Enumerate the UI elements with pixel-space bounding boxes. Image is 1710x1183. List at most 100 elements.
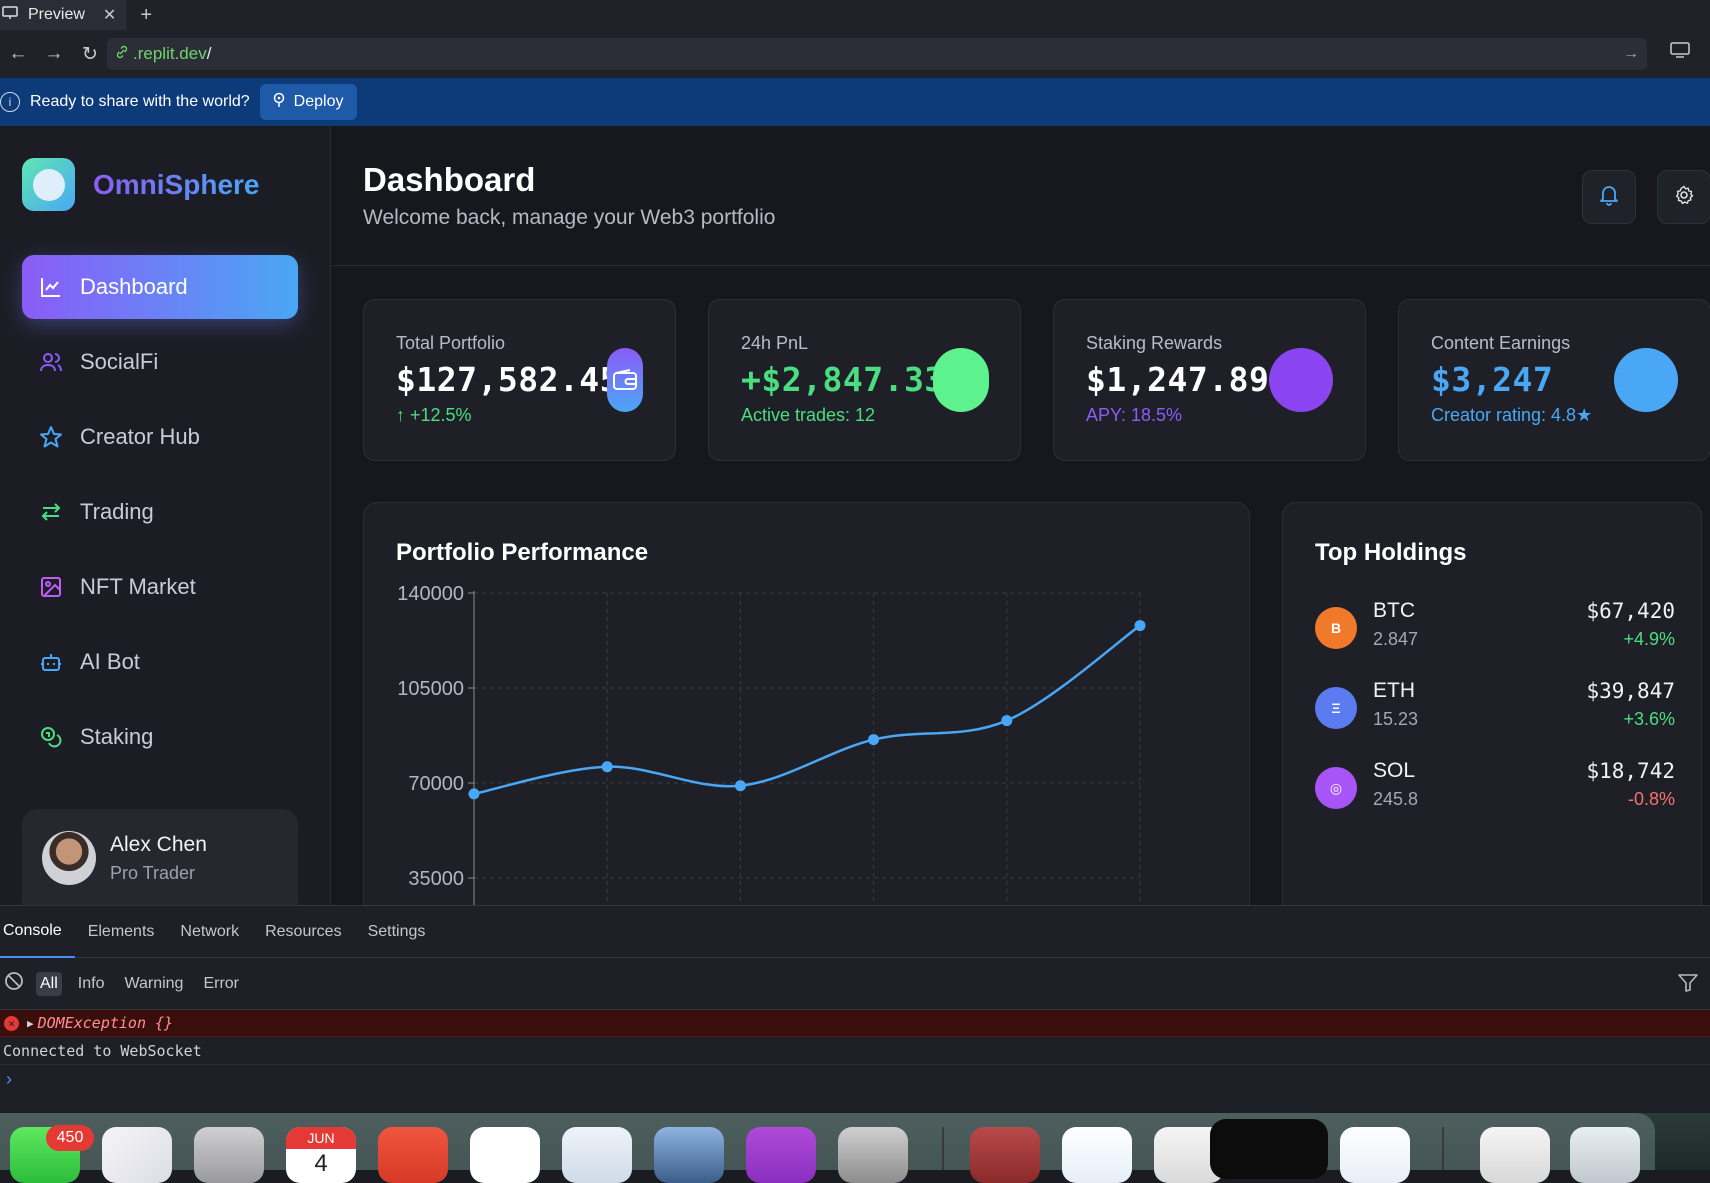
go-arrow-icon[interactable]: → — [1623, 45, 1639, 63]
console-prompt[interactable]: › — [0, 1065, 1710, 1093]
sidebar-item-label: Staking — [80, 724, 154, 749]
notification-app-icon[interactable] — [746, 1127, 816, 1183]
holding-row-eth[interactable]: Ξ ETH 15.23 $39,847 +3.6% — [1315, 679, 1675, 739]
sidebar-item-staking[interactable]: Staking — [22, 705, 298, 769]
new-tab-icon[interactable]: + — [140, 4, 152, 27]
panel-title: Top Holdings — [1315, 539, 1467, 566]
calendar-app-icon[interactable]: JUN 4 — [286, 1127, 356, 1183]
brain-app-icon[interactable] — [102, 1127, 172, 1183]
safari-app-icon[interactable] — [1062, 1127, 1132, 1183]
monitor-icon — [2, 5, 18, 25]
active-app-icon[interactable] — [1210, 1119, 1328, 1179]
dock-separator — [942, 1127, 944, 1170]
notifications-button[interactable] — [1582, 170, 1636, 224]
tab-resources[interactable]: Resources — [252, 906, 354, 958]
sidebar-item-label: NFT Market — [80, 574, 196, 599]
holding-amount: 15.23 — [1373, 709, 1419, 729]
sidebar-item-trading[interactable]: Trading — [22, 480, 298, 544]
tab-elements[interactable]: Elements — [75, 906, 168, 958]
y-tick-label: 140000 — [397, 583, 464, 605]
back-icon[interactable]: ← — [0, 43, 36, 65]
prompt-chevron-icon: › — [6, 1068, 12, 1089]
reload-icon[interactable]: ↻ — [72, 43, 108, 66]
word-app-icon[interactable] — [1340, 1127, 1410, 1183]
data-point — [1134, 620, 1146, 632]
photos-app-icon[interactable] — [838, 1127, 908, 1183]
level-error[interactable]: Error — [199, 972, 243, 996]
stat-card-total-portfolio[interactable]: Total Portfolio $127,582.45 ↑ +12.5% — [363, 299, 676, 461]
close-tab-icon[interactable]: ✕ — [103, 5, 116, 25]
chart-line-icon — [38, 274, 64, 300]
sidebar-item-socialfi[interactable]: SocialFi — [22, 330, 298, 394]
stat-card-staking-rewards[interactable]: Staking Rewards $1,247.89 APY: 18.5% — [1053, 299, 1366, 461]
gear-icon — [1674, 185, 1694, 210]
holding-symbol: BTC — [1373, 599, 1415, 622]
tab-settings[interactable]: Settings — [355, 906, 439, 958]
main-content: Dashboard Welcome back, manage your Web3… — [332, 126, 1710, 905]
console-error-row[interactable]: ✕ ▶ DOMException {} — [0, 1010, 1710, 1037]
sidebar-item-creator-hub[interactable]: Creator Hub — [22, 405, 298, 469]
stat-card-24h-pnl[interactable]: 24h PnL +$2,847.33 Active trades: 12 — [708, 299, 1021, 461]
settings-button[interactable] — [1657, 170, 1710, 224]
arrows-swap-icon — [38, 499, 64, 525]
image-icon — [38, 574, 64, 600]
device-preview-icon[interactable] — [1670, 42, 1690, 63]
holding-change: +3.6% — [1623, 709, 1675, 729]
preview-app-icon[interactable] — [654, 1127, 724, 1183]
holding-amount: 245.8 — [1373, 789, 1419, 809]
url-host: .replit.dev — [133, 44, 207, 63]
sidebar-item-dashboard[interactable]: Dashboard — [22, 255, 298, 319]
tab-console[interactable]: Console — [0, 906, 75, 958]
sol-coin-icon: ◎ — [1315, 767, 1357, 809]
holding-change: +4.9% — [1623, 629, 1675, 649]
data-point — [868, 734, 880, 746]
document-stack-icon[interactable] — [1480, 1127, 1550, 1183]
level-info[interactable]: Info — [74, 972, 109, 996]
level-warning[interactable]: Warning — [120, 972, 187, 996]
deploy-button-label: Deploy — [293, 93, 344, 110]
top-holdings-panel: Top Holdings B BTC 2.847 $67,420 +4.9% Ξ… — [1282, 502, 1702, 905]
url-path: / — [206, 44, 212, 63]
holding-value: $18,742 — [1586, 759, 1675, 783]
stat-change: ↑ +12.5% — [396, 405, 472, 425]
holding-value: $39,847 — [1586, 679, 1675, 703]
stat-card-content-earnings[interactable]: Content Earnings $3,247 Creator rating: … — [1398, 299, 1710, 461]
stat-subtext: APY: 18.5% — [1086, 405, 1183, 425]
devtools-tabs: Console Elements Network Resources Setti… — [0, 906, 1710, 958]
sidebar-item-ai-bot[interactable]: AI Bot — [22, 630, 298, 694]
holding-amount: 2.847 — [1373, 629, 1419, 649]
todoist-app-icon[interactable] — [378, 1127, 448, 1183]
dictionary-app-icon[interactable] — [970, 1127, 1040, 1183]
holding-row-btc[interactable]: B BTC 2.847 $67,420 +4.9% — [1315, 599, 1675, 659]
mail-app-icon[interactable] — [470, 1127, 540, 1183]
expand-triangle-icon[interactable]: ▶ — [27, 1017, 34, 1030]
forward-icon[interactable]: → — [36, 43, 72, 65]
holding-value: $67,420 — [1586, 599, 1675, 623]
tab-network[interactable]: Network — [167, 906, 252, 958]
sidebar-item-label: SocialFi — [80, 349, 159, 374]
level-all[interactable]: All — [36, 971, 62, 996]
stat-subtext: Creator rating: 4.8★ — [1431, 405, 1593, 425]
url-field[interactable]: .replit.dev / → — [107, 38, 1647, 70]
data-point — [468, 788, 480, 800]
macos-dock: JUN 4 — [0, 1113, 1655, 1183]
coins-icon — [38, 724, 64, 750]
clear-console-icon[interactable] — [4, 971, 24, 996]
preview-tab[interactable]: Preview ✕ — [0, 0, 127, 30]
trash-icon[interactable] — [1570, 1127, 1640, 1183]
robot-icon — [38, 649, 64, 675]
holding-row-sol[interactable]: ◎ SOL 245.8 $18,742 -0.8% — [1315, 759, 1675, 819]
staking-indicator-icon — [1269, 348, 1333, 412]
sidebar-item-nft-market[interactable]: NFT Market — [22, 555, 298, 619]
user-card[interactable]: Alex Chen Pro Trader — [22, 809, 298, 905]
calculator-app-icon[interactable] — [194, 1127, 264, 1183]
page-header: Dashboard Welcome back, manage your Web3… — [332, 126, 1710, 266]
star-icon — [38, 424, 64, 450]
filter-icon[interactable] — [1678, 974, 1698, 997]
toolbox-app-icon[interactable] — [562, 1127, 632, 1183]
deploy-message: Ready to share with the world? — [30, 93, 250, 110]
address-bar-row: ← → ↻ .replit.dev / → — [0, 30, 1710, 78]
portfolio-chart[interactable]: 140000 105000 70000 35000 — [364, 503, 1251, 905]
deploy-button[interactable]: Deploy — [259, 84, 358, 120]
brand[interactable]: OmniSphere — [22, 158, 259, 211]
